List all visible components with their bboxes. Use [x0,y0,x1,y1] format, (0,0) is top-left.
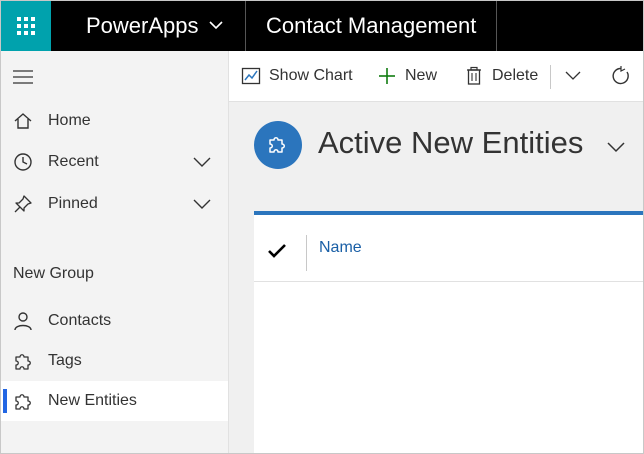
column-header-name[interactable]: Name [319,239,362,257]
puzzle-icon [15,394,31,410]
sidebar-item-label: Contacts [48,312,112,329]
new-label: New [405,67,438,84]
delete-button[interactable]: Delete [464,51,544,101]
sidebar: Home Recent Pinned New Group Contacts Ta… [1,51,229,453]
new-button[interactable]: New [377,51,442,101]
hamburger-menu-icon[interactable] [13,70,33,84]
clock-icon [14,153,32,171]
header-row-divider [254,281,643,282]
selection-indicator [3,389,7,413]
sidebar-item-label: Tags [48,352,82,369]
pin-icon [14,195,32,213]
home-icon [14,113,32,129]
app-name[interactable]: PowerApps [86,1,199,51]
divider [550,65,551,89]
plus-icon [379,68,395,84]
chevron-down-icon[interactable] [193,156,211,168]
trash-icon [467,66,481,85]
column-divider [306,235,307,271]
show-chart-label: Show Chart [269,67,353,84]
view-title[interactable]: Active New Entities [318,125,583,161]
entity-icon [254,121,302,169]
top-bar: PowerApps Contact Management [1,1,643,51]
refresh-icon[interactable] [611,66,631,86]
waffle-icon [17,17,35,35]
select-all-checkmark-icon[interactable] [268,243,286,259]
sidebar-item-label: Recent [48,153,99,170]
chart-icon [241,67,261,85]
chevron-down-icon[interactable] [208,19,224,31]
sidebar-item-home[interactable]: Home [1,101,228,141]
data-grid: Name [254,211,643,453]
command-bar: Show Chart New Delete [229,51,643,102]
sidebar-item-label: New Entities [48,392,137,409]
sidebar-item-contacts[interactable]: Contacts [1,301,228,341]
module-name: Contact Management [266,13,477,38]
nav-group-title: New Group [13,265,94,282]
sidebar-item-label: Pinned [48,195,98,212]
sidebar-item-new-entities[interactable]: New Entities [1,381,228,421]
delete-label: Delete [492,67,539,84]
divider [245,1,246,51]
show-chart-button[interactable]: Show Chart [241,51,366,101]
puzzle-icon [15,354,31,370]
chevron-down-icon[interactable] [565,70,581,82]
sidebar-item-pinned[interactable]: Pinned [1,184,228,224]
app-window: PowerApps Contact Management Home Recent… [0,0,644,454]
chevron-down-icon[interactable] [193,198,211,210]
person-icon [14,312,32,331]
sidebar-item-label: Home [48,112,91,129]
chevron-down-icon[interactable] [607,141,625,153]
app-launcher-button[interactable] [1,1,51,51]
sidebar-item-recent[interactable]: Recent [1,142,228,182]
divider [496,1,497,51]
sidebar-item-tags[interactable]: Tags [1,341,228,381]
puzzle-icon [269,137,285,153]
